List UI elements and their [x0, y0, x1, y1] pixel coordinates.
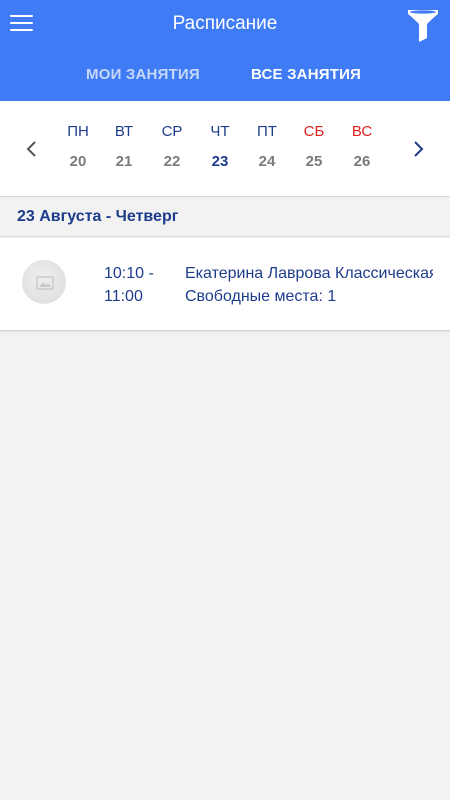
class-title: Екатерина Лаврова Классическая — [185, 265, 433, 282]
day-of-week: ВТ — [114, 123, 134, 140]
day-friday[interactable]: ПТ 24 — [247, 123, 287, 170]
chevron-right-icon[interactable] — [408, 139, 428, 159]
tab-all-classes[interactable]: ВСЕ ЗАНЯТИЯ — [251, 66, 361, 83]
day-of-week: ВС — [351, 123, 373, 140]
day-of-week: ПТ — [257, 123, 277, 140]
day-date: 25 — [305, 153, 323, 170]
date-heading: 23 Августа - Четверг — [17, 208, 179, 225]
funnel-filter-icon[interactable] — [405, 6, 441, 42]
day-of-week: ПН — [67, 123, 89, 140]
class-info: Екатерина Лаврова Классическая Свободные… — [185, 262, 433, 308]
day-date: 20 — [69, 153, 87, 170]
class-time: 10:10 - 11:00 — [104, 262, 154, 308]
avatar — [22, 260, 66, 304]
tab-bar: МОИ ЗАНЯТИЯ ВСЕ ЗАНЯТИЯ — [0, 60, 450, 90]
day-date: 26 — [353, 153, 371, 170]
day-wednesday[interactable]: СР 22 — [152, 123, 192, 170]
class-time-start: 10:10 - — [104, 265, 154, 282]
day-saturday[interactable]: СБ 25 — [294, 123, 334, 170]
day-date: 21 — [115, 153, 133, 170]
free-places: Свободные места: 1 — [185, 288, 337, 305]
app-bar: Расписание МОИ ЗАНЯТИЯ ВСЕ ЗАНЯТИЯ — [0, 0, 450, 101]
day-of-week: СБ — [303, 123, 325, 140]
class-list-item[interactable]: 10:10 - 11:00 Екатерина Лаврова Классиче… — [0, 238, 450, 331]
tab-my-classes[interactable]: МОИ ЗАНЯТИЯ — [86, 66, 200, 83]
class-time-end: 11:00 — [104, 288, 143, 305]
day-date: 24 — [258, 153, 276, 170]
chevron-left-icon[interactable] — [22, 139, 42, 159]
image-placeholder-icon — [36, 276, 54, 290]
day-of-week: ЧТ — [210, 123, 230, 140]
day-thursday[interactable]: ЧТ 23 — [200, 123, 240, 170]
date-section-header: 23 Августа - Четверг — [0, 198, 450, 237]
week-selector: ПН 20 ВТ 21 СР 22 ЧТ 23 ПТ 24 СБ 25 ВС 2… — [0, 101, 450, 197]
page-title: Расписание — [172, 13, 278, 34]
day-tuesday[interactable]: ВТ 21 — [104, 123, 144, 170]
day-sunday[interactable]: ВС 26 — [342, 123, 382, 170]
day-of-week: СР — [161, 123, 183, 140]
day-date: 23 — [211, 153, 229, 170]
day-date: 22 — [163, 153, 181, 170]
day-monday[interactable]: ПН 20 — [58, 123, 98, 170]
